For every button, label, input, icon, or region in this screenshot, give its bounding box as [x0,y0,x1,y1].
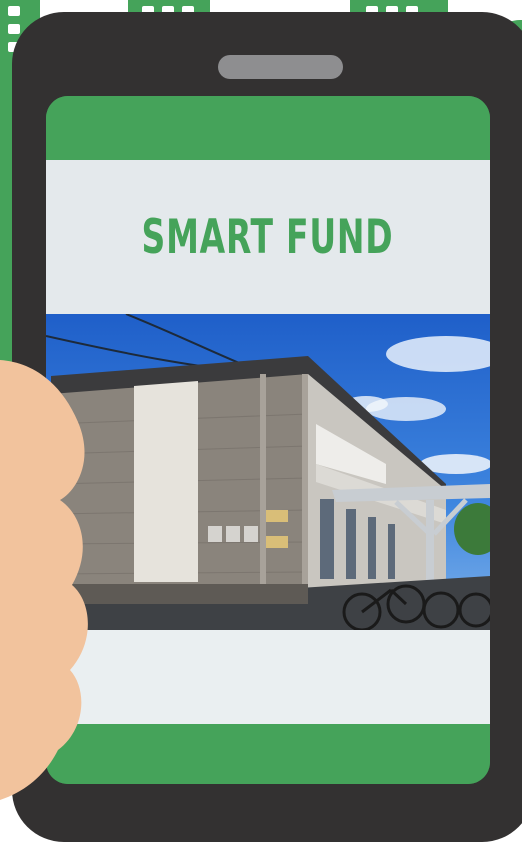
app-title: SMART FUND [142,209,394,265]
photo-illustration [46,314,490,630]
building-window [8,6,20,16]
phone-speaker [218,55,343,79]
building-window [8,24,20,34]
screen-header-bar [46,96,490,160]
title-banner: SMART FUND [46,160,490,314]
hand-illustration [0,360,88,800]
apartment-building-photo [46,314,490,630]
screen-content-panel [46,630,490,724]
phone-screen: SMART FUND [46,96,490,784]
screen-footer-bar [46,724,490,784]
